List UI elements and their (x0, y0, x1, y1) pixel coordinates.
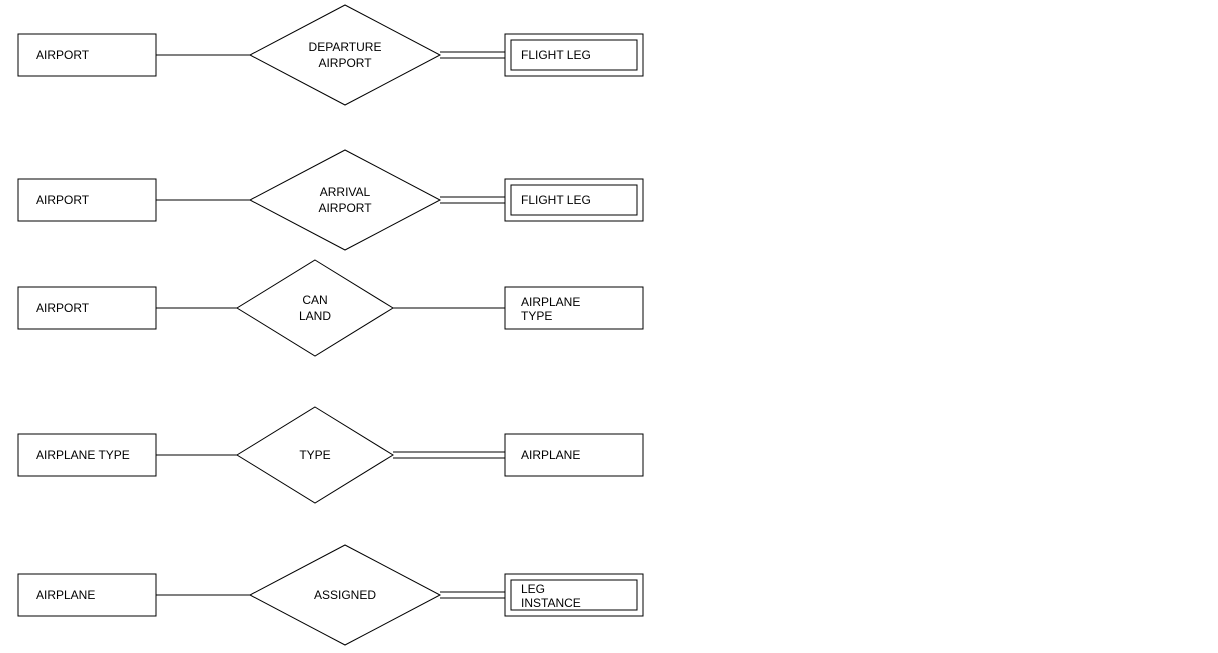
relationship-diamond (250, 150, 440, 250)
er-row: AIRPORT DEPARTURE AIRPORT FLIGHT LEG (18, 5, 643, 105)
entity-right-label: AIRPLANE (521, 448, 580, 462)
er-row: AIRPORT ARRIVAL AIRPORT FLIGHT LEG (18, 150, 643, 250)
relationship-label-line-2: LAND (299, 309, 331, 323)
entity-left-label: AIRPORT (36, 48, 90, 62)
relationship-label-line-2: AIRPORT (318, 56, 372, 70)
relationship-diamond (237, 260, 393, 356)
er-row: AIRPLANE ASSIGNED LEGINSTANCE (18, 545, 643, 645)
er-row: AIRPORT CAN LAND AIRPLANETYPE (18, 260, 643, 356)
relationship-label: ASSIGNED (314, 588, 376, 602)
entity-right-label-line-2: INSTANCE (521, 596, 581, 610)
relationship-label-line-1: DEPARTURE (309, 40, 382, 54)
relationship-label-line-1: ARRIVAL (320, 185, 371, 199)
entity-left-label: AIRPLANE (36, 588, 95, 602)
relationship-label: TYPE (299, 448, 330, 462)
relationship-label-line-2: AIRPORT (318, 201, 372, 215)
er-row: AIRPLANE TYPE TYPE AIRPLANE (18, 407, 643, 503)
relationship-diamond (250, 5, 440, 105)
er-diagram: AIRPORTDEPARTUREAIRPORTFLIGHT LEGAIRPORT… (0, 0, 1218, 653)
entity-right-label: FLIGHT LEG (521, 193, 591, 207)
entity-right-label: FLIGHT LEG (521, 48, 591, 62)
entity-left-label: AIRPORT (36, 193, 90, 207)
entity-left-label: AIRPLANE TYPE (36, 448, 130, 462)
entity-left-label: AIRPORT (36, 301, 90, 315)
entity-right-label-line-1: AIRPLANE (521, 295, 580, 309)
entity-right-label-line-2: TYPE (521, 309, 552, 323)
entity-right-label-line-1: LEG (521, 582, 545, 596)
relationship-label-line-1: CAN (302, 293, 327, 307)
